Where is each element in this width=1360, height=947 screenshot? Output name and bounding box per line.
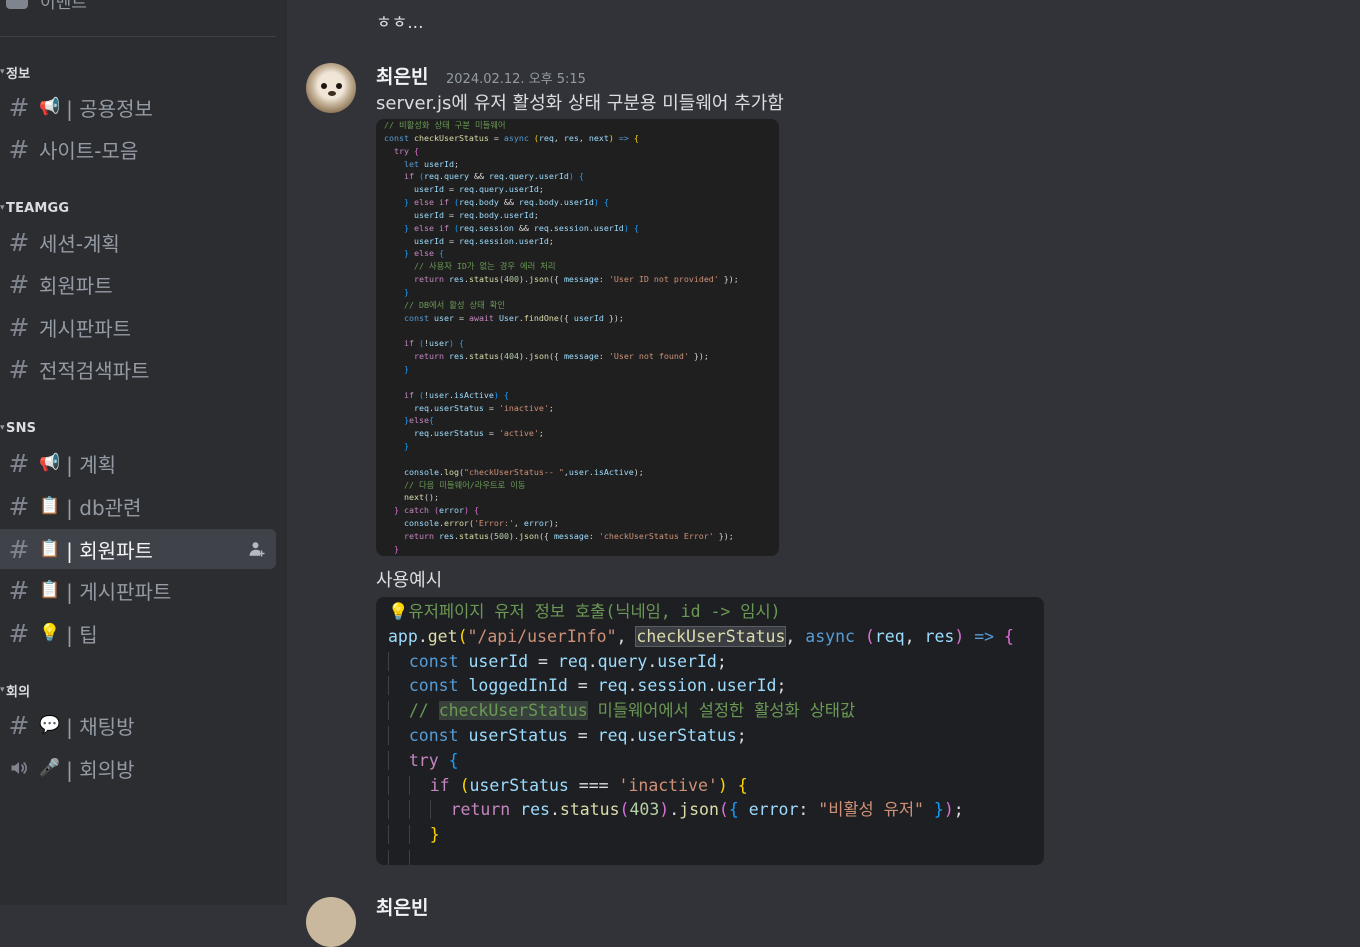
speaker-icon — [7, 758, 31, 778]
category-label: 회의 — [6, 684, 31, 700]
channel-label: | 팁 — [66, 622, 98, 647]
hash-icon: # — [8, 534, 30, 564]
avatar-nose — [328, 91, 336, 96]
channel-public-info[interactable]: # 📢 | 공용정보 — [0, 87, 276, 127]
megaphone-icon: 📢 — [39, 453, 61, 473]
lightbulb-icon: 💡 — [39, 623, 61, 643]
channel-sns-board-part[interactable]: # 📋 | 게시판파트 — [0, 570, 276, 610]
code-string: 'inactive' — [618, 775, 718, 795]
code-screenshot-attachment[interactable]: // 비활성화 상태 구분 미들웨어 const checkUserStatus… — [376, 119, 779, 556]
avatar-eye — [336, 83, 342, 89]
channel-label: 사이트-모음 — [39, 138, 139, 163]
code-route: "/api/userInfo" — [467, 626, 617, 646]
previous-message-text: ㅎㅎ... — [376, 13, 424, 33]
category-label: SNS — [6, 420, 37, 436]
channel-sidebar: 이벤트 ▾ 정보 # 📢 | 공용정보 # 사이트-모음 ▾ TEAMGG # … — [0, 0, 287, 905]
code-string: "비활성 유저" — [818, 800, 924, 820]
channel-db-related[interactable]: # 📋 | db관련 — [0, 486, 276, 526]
channel-label: | 공용정보 — [66, 96, 153, 121]
channel-board-part[interactable]: # 게시판파트 — [0, 307, 276, 347]
clipboard-icon: 📋 — [39, 496, 61, 516]
channel-session-plan[interactable]: # 세션-계획 — [0, 222, 276, 262]
channel-label: | 게시판파트 — [66, 579, 172, 604]
hash-icon: # — [8, 710, 30, 740]
channel-label: 게시판파트 — [39, 316, 131, 341]
channel-label: 회원파트 — [39, 273, 113, 298]
message-timestamp: 2024.02.12. 오후 5:15 — [446, 72, 586, 87]
channel-label: | 회의방 — [66, 757, 135, 782]
category-label: 정보 — [6, 66, 31, 82]
avatar-eye — [321, 83, 327, 89]
message-author[interactable]: 최은빈 — [376, 893, 428, 920]
hash-icon: # — [8, 227, 30, 257]
channel-label: | 계획 — [66, 452, 117, 477]
channel-tips[interactable]: # 💡 | 팁 — [0, 613, 276, 653]
code-block: 💡유저페이지 유저 정보 호출(닉네임, id -> 임시) app.get("… — [376, 597, 1044, 865]
hash-icon: # — [8, 134, 30, 164]
hash-icon: # — [8, 312, 30, 342]
code-highlight: checkUserStatus — [438, 701, 588, 721]
hash-icon: # — [8, 618, 30, 648]
channel-sns-member-part[interactable]: # 📋 | 회원파트 — [0, 529, 276, 569]
channel-events[interactable]: 이벤트 — [0, 0, 87, 14]
channel-sns-plan[interactable]: # 📢 | 계획 — [0, 443, 276, 483]
category-label: TEAMGG — [6, 200, 70, 216]
channel-site-collection[interactable]: # 사이트-모음 — [0, 129, 276, 169]
category-info[interactable]: ▾ 정보 — [0, 62, 30, 82]
message-author[interactable]: 최은빈 — [376, 62, 428, 89]
category-meeting[interactable]: ▾ 회의 — [0, 680, 30, 700]
channel-label: 전적검색파트 — [39, 358, 150, 383]
hash-icon: # — [8, 354, 30, 384]
hash-icon: # — [8, 269, 30, 299]
code-comment: // 비활성화 상태 구분 미들웨어 — [384, 120, 506, 130]
channel-label: | 채팅방 — [66, 714, 135, 739]
hash-lock-icon: # — [8, 92, 30, 122]
code-comment-prefix: // — [408, 701, 439, 721]
code-comment: 미들웨어에서 설정한 활성화 상태값 — [587, 701, 856, 721]
message-text: 사용예시 — [376, 570, 443, 591]
channel-label: | db관련 — [66, 495, 142, 520]
sidebar-divider — [0, 36, 276, 37]
hash-icon: # — [8, 448, 30, 478]
message-area: ㅎㅎ... 최은빈 2024.02.12. 오후 5:15 server.js에… — [287, 0, 1360, 947]
channel-label: 세션-계획 — [39, 231, 120, 256]
hash-icon: # — [8, 491, 30, 521]
channel-chat-room[interactable]: # 💬 | 채팅방 — [0, 705, 276, 745]
channel-record-search-part[interactable]: # 전적검색파트 — [0, 349, 276, 389]
category-sns[interactable]: ▾ SNS — [0, 418, 36, 438]
microphone-icon: 🎤 — [39, 758, 61, 778]
code-highlight: checkUserStatus — [635, 625, 787, 647]
category-teamgg[interactable]: ▾ TEAMGG — [0, 198, 69, 218]
hash-icon: # — [8, 575, 30, 605]
calendar-icon — [6, 0, 28, 9]
voice-channel-meeting-room[interactable]: 🎤 | 회의방 — [0, 748, 276, 788]
speech-bubble-icon: 💬 — [39, 715, 61, 735]
megaphone-icon: 📢 — [39, 97, 61, 117]
clipboard-icon: 📋 — [39, 580, 61, 600]
code-comment: 💡유저페이지 유저 정보 호출(닉네임, id -> 임시) — [388, 602, 781, 621]
avatar[interactable] — [306, 63, 356, 113]
channel-label: 이벤트 — [40, 0, 87, 13]
clipboard-icon: 📋 — [39, 539, 61, 559]
message-text: server.js에 유저 활성화 상태 구분용 미들웨어 추가함 — [376, 93, 784, 114]
channel-member-part[interactable]: # 회원파트 — [0, 264, 276, 304]
channel-label: | 회원파트 — [66, 538, 153, 563]
add-member-icon[interactable] — [248, 540, 266, 558]
